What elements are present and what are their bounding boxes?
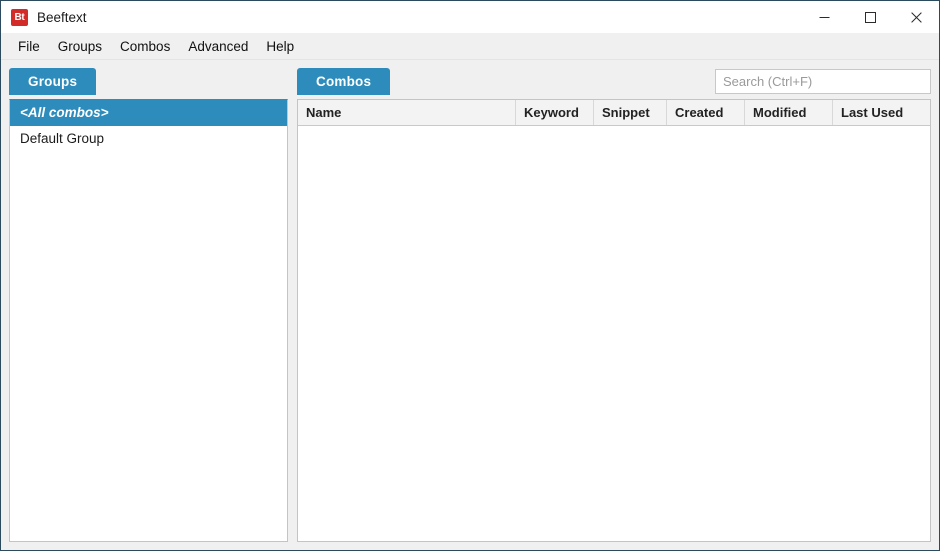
- window-controls: [801, 1, 939, 33]
- main-content: Groups <All combos> Default Group Combos…: [1, 60, 939, 550]
- menu-item-groups[interactable]: Groups: [49, 36, 111, 57]
- search-input[interactable]: [715, 69, 931, 94]
- beeftext-app-icon: Bt: [11, 8, 28, 26]
- menu-item-advanced[interactable]: Advanced: [179, 36, 257, 57]
- app-window: Bt Beeftext File Groups Combos Advanced …: [0, 0, 940, 551]
- close-button[interactable]: [893, 1, 939, 33]
- menu-item-help[interactable]: Help: [257, 36, 303, 57]
- groups-tab-row: Groups: [9, 68, 288, 99]
- group-list-item-default-group[interactable]: Default Group: [10, 126, 287, 152]
- tab-groups[interactable]: Groups: [9, 68, 97, 95]
- menu-bar: File Groups Combos Advanced Help: [1, 33, 939, 60]
- menu-item-file[interactable]: File: [9, 36, 49, 57]
- menu-item-combos[interactable]: Combos: [111, 36, 179, 57]
- maximize-button[interactable]: [847, 1, 893, 33]
- combos-pane: Combos Name Keyword S: [297, 68, 931, 542]
- minimize-button[interactable]: [801, 1, 847, 33]
- column-header-modified[interactable]: Modified: [745, 100, 833, 125]
- column-header-created[interactable]: Created: [667, 100, 745, 125]
- tab-combos[interactable]: Combos: [297, 68, 391, 95]
- pane-splitter[interactable]: [288, 68, 297, 542]
- title-bar[interactable]: Bt Beeftext: [1, 1, 939, 33]
- close-icon: [910, 11, 922, 23]
- column-header-name[interactable]: Name: [298, 100, 516, 125]
- column-header-snippet[interactable]: Snippet: [594, 100, 667, 125]
- minimize-icon: [819, 16, 829, 18]
- groups-list[interactable]: <All combos> Default Group: [9, 99, 288, 542]
- maximize-icon: [864, 11, 876, 23]
- search-container: [715, 69, 931, 94]
- window-title: Beeftext: [37, 9, 87, 25]
- column-header-name-label: Name: [306, 105, 342, 120]
- column-header-last-used[interactable]: Last Used: [833, 100, 926, 125]
- combos-table-header: Name Keyword Snippet Created Modified La…: [298, 99, 930, 126]
- column-header-keyword[interactable]: Keyword: [516, 100, 594, 125]
- combos-table-body[interactable]: [298, 126, 930, 541]
- groups-pane: Groups <All combos> Default Group: [9, 68, 288, 542]
- combos-table: Name Keyword Snippet Created Modified La…: [297, 99, 931, 542]
- group-list-item-all-combos[interactable]: <All combos>: [10, 100, 287, 126]
- combos-tab-row: Combos: [297, 68, 931, 99]
- sort-ascending-icon: [403, 100, 414, 104]
